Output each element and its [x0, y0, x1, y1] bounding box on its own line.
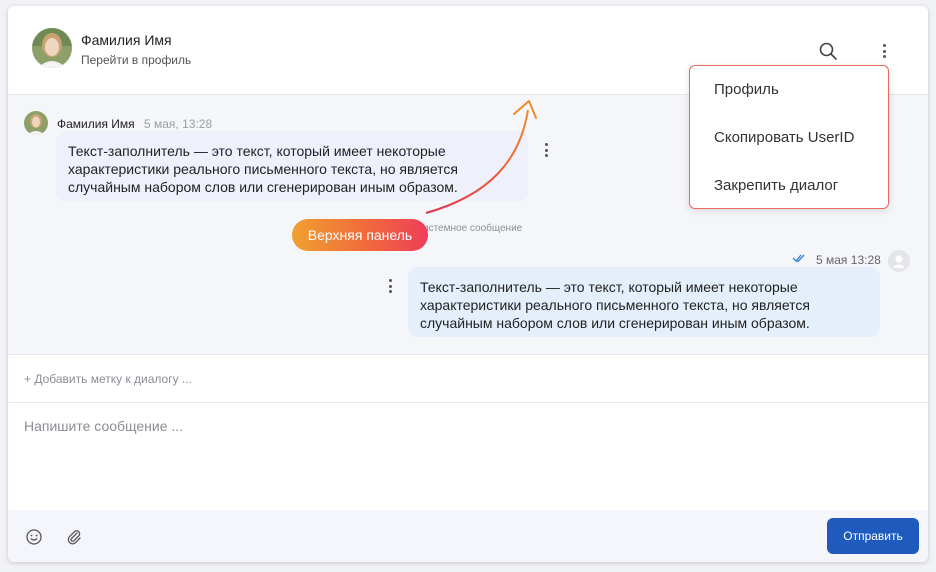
message-options-icon[interactable]: [541, 141, 551, 159]
dialog-tag-row: + Добавить метку к диалогу ...: [8, 354, 928, 403]
message-time: 5 мая, 13:28: [144, 117, 213, 131]
system-message: истемное сообщение: [423, 223, 523, 234]
send-button[interactable]: Отправить: [827, 518, 919, 554]
attachment-icon[interactable]: [65, 528, 83, 546]
contact-avatar[interactable]: [32, 28, 72, 68]
menu-item-pin-dialog[interactable]: Закрепить диалог: [714, 177, 838, 194]
outgoing-message-bubble: Текст-заполнитель — это текст, который и…: [408, 267, 880, 337]
annotation-label: Верхняя панель: [292, 219, 428, 251]
message-author: Фамилия Имя: [57, 117, 135, 131]
author-avatar: [24, 111, 48, 135]
contact-name: Фамилия Имя: [81, 32, 172, 48]
header-dropdown-menu: Профиль Скопировать UserID Закрепить диа…: [689, 65, 889, 209]
menu-item-profile[interactable]: Профиль: [714, 81, 779, 98]
emoji-icon[interactable]: [25, 528, 43, 546]
message-options-icon[interactable]: [385, 277, 395, 295]
message-time: 5 мая 13:28: [816, 253, 881, 267]
read-check-icon: [792, 251, 806, 263]
profile-link[interactable]: Перейти в профиль: [81, 53, 191, 67]
more-vertical-icon[interactable]: [872, 39, 896, 63]
message-composer[interactable]: Напишите сообщение ...: [8, 402, 928, 510]
search-icon[interactable]: [816, 39, 840, 63]
composer-toolbar: Отправить: [8, 510, 928, 562]
menu-item-copy-userid[interactable]: Скопировать UserID: [714, 129, 854, 146]
message-input[interactable]: Напишите сообщение ...: [24, 418, 183, 434]
add-tag-link[interactable]: + Добавить метку к диалогу ...: [24, 372, 192, 386]
incoming-message-bubble: Текст-заполнитель — это текст, который и…: [56, 131, 528, 201]
user-avatar-placeholder: [888, 250, 910, 272]
